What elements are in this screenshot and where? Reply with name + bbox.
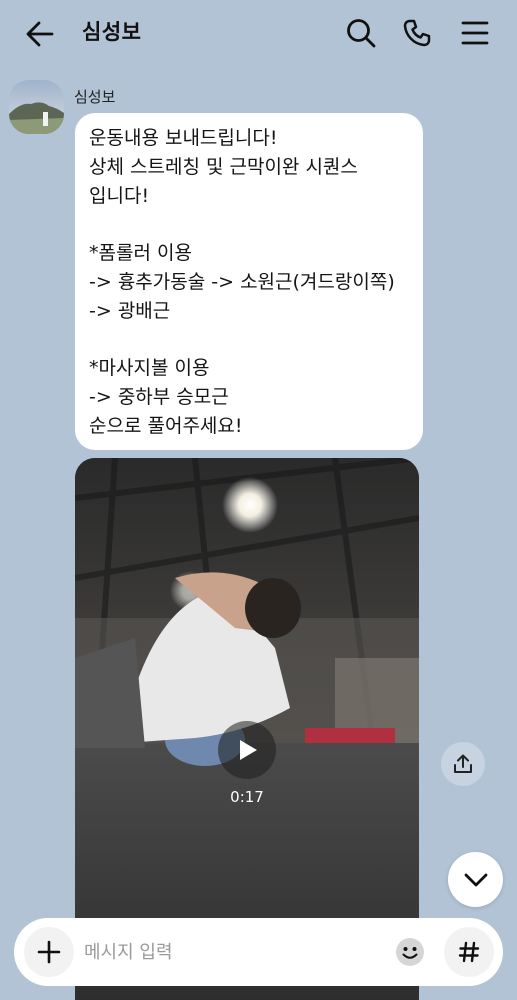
message-line: 상체 스트레칭 및 근막이완 시퀀스 (89, 155, 358, 178)
message-line (89, 326, 411, 355)
plus-icon (37, 940, 61, 964)
message-line: -> 흉추가동술 -> 소원근(겨드랑이쪽) (89, 270, 395, 293)
chat-header: 심성보 (0, 0, 517, 66)
message-line: 운동내용 보내드립니다! (89, 127, 278, 149)
message-input-bar (14, 918, 503, 986)
message-line: -> 광배근 (89, 299, 171, 322)
message-input[interactable] (84, 936, 384, 968)
hashtag-button[interactable] (444, 927, 494, 977)
search-icon (347, 19, 376, 48)
attach-button[interactable] (24, 927, 74, 977)
chat-title: 심성보 (82, 20, 142, 44)
message-line: 순으로 풀어주세요! (89, 414, 243, 437)
back-button[interactable] (22, 16, 58, 52)
avatar-landscape-image (9, 80, 64, 134)
message-line: -> 중하부 승모근 (89, 386, 229, 409)
emoji-button[interactable] (392, 934, 428, 970)
hamburger-menu-icon (461, 21, 489, 45)
chevron-down-icon (464, 873, 487, 886)
message-line: *폼롤러 이용 (89, 242, 192, 265)
video-duration: 0:17 (230, 788, 264, 806)
search-button[interactable] (342, 14, 380, 52)
message-line: *마사지볼 이용 (89, 357, 210, 380)
call-button[interactable] (398, 14, 436, 52)
play-button[interactable] (218, 721, 276, 779)
share-button[interactable] (441, 742, 485, 786)
sender-avatar[interactable] (9, 80, 64, 134)
message-bubble[interactable]: 운동내용 보내드립니다! 상체 스트레칭 및 근막이완 시퀀스 입니다! *폼롤… (75, 113, 423, 450)
emoji-icon (396, 938, 424, 966)
scroll-to-bottom-button[interactable] (448, 852, 503, 907)
menu-button[interactable] (456, 14, 494, 52)
share-upload-icon (454, 754, 472, 773)
sender-name: 심성보 (74, 88, 116, 106)
message-line: 입니다! (89, 184, 150, 207)
play-icon (240, 740, 257, 760)
message-line (89, 210, 411, 239)
phone-icon (403, 19, 431, 47)
hashtag-icon (458, 941, 480, 963)
arrow-left-icon (26, 21, 54, 47)
